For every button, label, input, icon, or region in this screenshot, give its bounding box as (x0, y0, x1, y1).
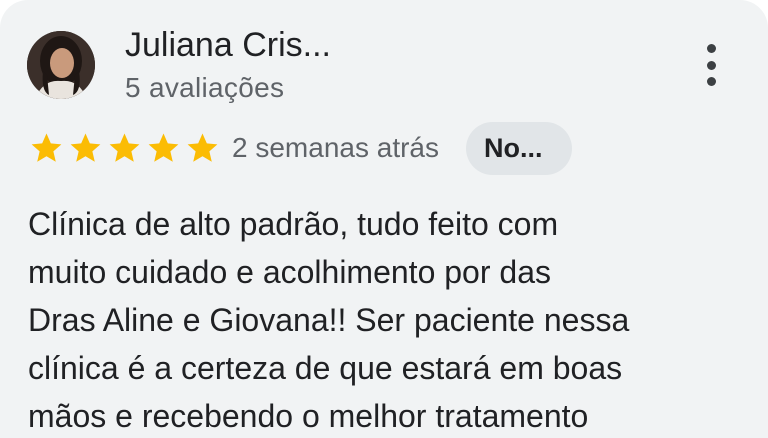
review-card: Juliana Cris... 5 avaliações 2 semanas a… (0, 0, 768, 438)
avatar-photo (27, 31, 95, 99)
star-icon (148, 133, 179, 162)
review-text-line: muito cuidado e acolhimento por das (28, 254, 551, 290)
star-icon (31, 133, 62, 162)
review-text: Clínica de alto padrão, tudo feito com mu… (28, 200, 748, 438)
more-dot (706, 60, 716, 70)
more-dot (706, 44, 716, 53)
avatar[interactable] (27, 31, 95, 99)
star-icon (109, 133, 140, 162)
review-text-line: mãos e recebendo o melhor tratamento (28, 398, 589, 434)
author-reviews-count[interactable]: 5 avaliações (125, 71, 284, 105)
rating-stars (28, 131, 221, 165)
more-vert-icon[interactable] (696, 42, 726, 88)
chip-button[interactable]: No... (466, 122, 572, 175)
review-text-line: Dras Aline e Giovana!! Ser paciente ness… (28, 302, 630, 338)
author-name[interactable]: Juliana Cris... (125, 24, 331, 66)
review-text-line: Clínica de alto padrão, tudo feito com (28, 206, 559, 242)
more-dot (706, 77, 716, 86)
review-text-line: clínica é a certeza de que estará em boa… (28, 350, 623, 386)
review-date: 2 semanas atrás (232, 132, 439, 163)
star-icon (187, 133, 218, 162)
star-icon (70, 133, 101, 162)
